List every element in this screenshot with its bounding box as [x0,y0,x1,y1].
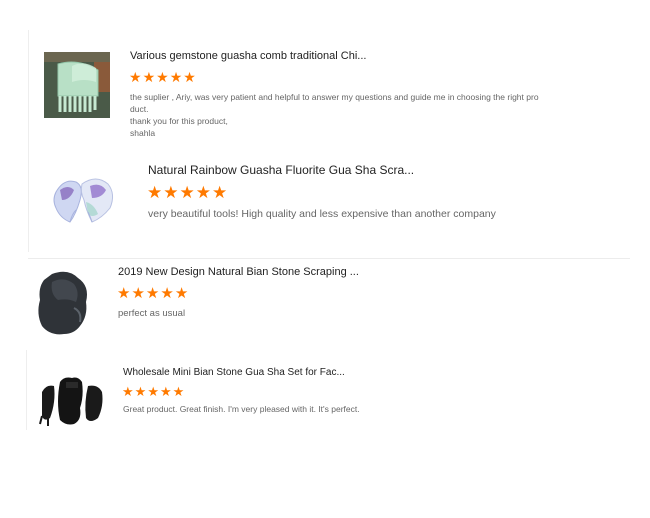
review-text-line: the suplier , Ariy, was very patient and… [130,92,539,102]
star-icon: ★ [129,69,142,85]
star-icon: ★ [172,384,185,399]
star-icon: ★ [145,285,160,302]
star-icon: ★ [142,69,156,85]
review-text-line: perfect as usual [118,308,186,319]
star-icon: ★ [174,285,189,302]
review-product-title[interactable]: Various gemstone guasha comb traditional… [130,50,366,62]
review-text: the suplier , Ariy, was very patient and… [130,91,539,139]
star-icon: ★ [147,183,163,202]
star-rating: ★ ★ ★ ★ ★ [122,385,184,398]
review-product-title[interactable]: 2019 New Design Natural Bian Stone Scrap… [118,266,359,278]
star-icon: ★ [179,183,195,202]
section-border [26,350,27,430]
review-text-line: duct. [130,104,149,114]
jade-gua-sha-comb-icon[interactable] [44,52,110,118]
star-icon: ★ [117,285,131,302]
star-icon: ★ [163,183,179,202]
review-product-title[interactable]: Wholesale Mini Bian Stone Gua Sha Set fo… [123,367,345,378]
star-icon: ★ [122,384,134,399]
review-text-line: Great product. Great finish. I'm very pl… [123,404,360,414]
star-icon: ★ [169,69,183,85]
star-icon: ★ [212,183,228,202]
review-product-title[interactable]: Natural Rainbow Guasha Fluorite Gua Sha … [148,163,414,177]
star-icon: ★ [183,69,196,85]
review-text-line: thank you for this product, [130,116,228,126]
star-icon: ★ [160,285,174,302]
bian-stone-set-icon[interactable] [38,372,108,430]
section-border [28,30,29,252]
fluorite-gua-sha-icon[interactable] [46,170,120,232]
star-icon: ★ [195,183,211,202]
star-icon: ★ [134,384,147,399]
divider [28,258,630,259]
review-text-line: shahla [130,128,156,138]
star-icon: ★ [131,285,145,302]
star-rating: ★ ★ ★ ★ ★ [117,286,188,301]
bian-stone-scraper-icon[interactable] [34,268,94,338]
star-rating: ★ ★ ★ ★ ★ [147,184,227,201]
star-icon: ★ [156,69,169,85]
review-text-line: very beautiful tools! High quality and l… [148,208,496,220]
review-text: perfect as usual [118,308,185,320]
star-icon: ★ [147,384,159,399]
review-text: Great product. Great finish. I'm very pl… [123,404,360,415]
review-text: very beautiful tools! High quality and l… [148,207,496,221]
star-icon: ★ [159,384,172,399]
star-rating: ★ ★ ★ ★ ★ [129,70,196,84]
